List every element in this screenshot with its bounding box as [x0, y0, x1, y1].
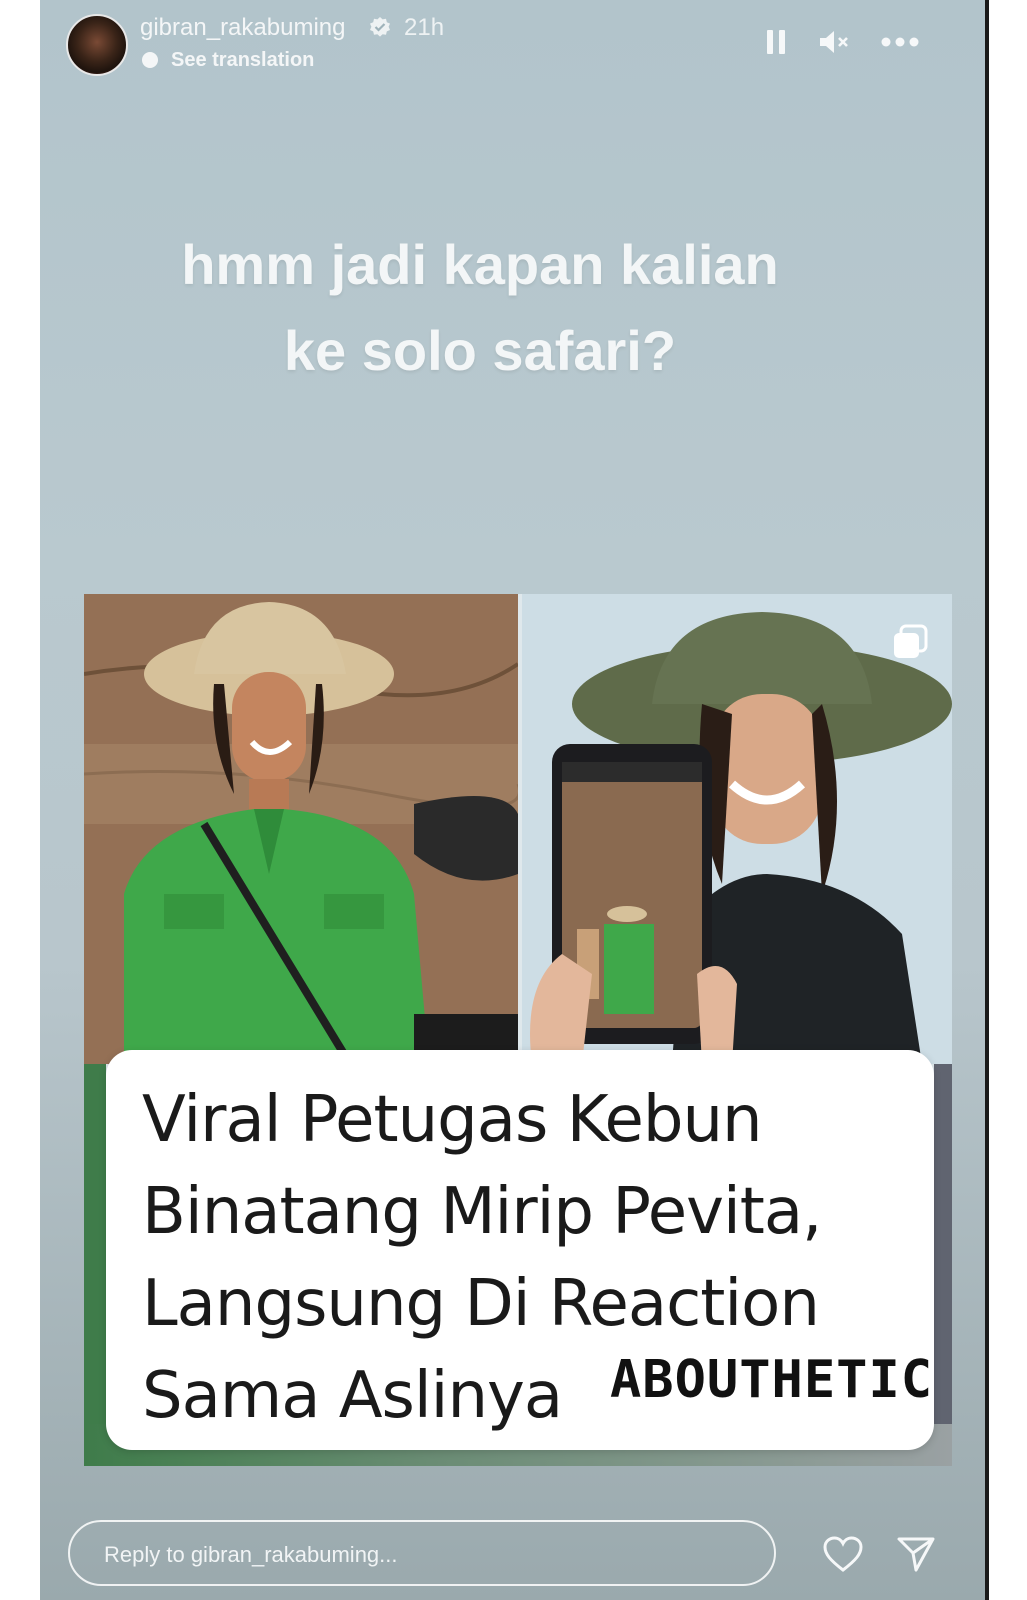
card-left-accent: [84, 1064, 106, 1466]
reaction-illustration: [522, 594, 952, 1064]
pause-icon[interactable]: [764, 28, 788, 56]
see-translation-link[interactable]: See translation: [171, 49, 314, 72]
zookeeper-photo: [84, 594, 518, 1064]
shared-post-card[interactable]: Viral Petugas Kebun Binatang Mirip Pevit…: [84, 594, 952, 1466]
story-caption: hmm jadi kapan kalian ke solo safari?: [80, 222, 880, 394]
story-viewer[interactable]: gibran_rakabuming 21h See translation hm…: [40, 0, 988, 1600]
post-time: 21h: [404, 14, 445, 41]
username[interactable]: gibran_rakabuming: [140, 14, 345, 42]
caption-line-1: hmm jadi kapan kalian: [181, 233, 779, 296]
paper-plane-icon[interactable]: [896, 1534, 936, 1574]
translation-dot-icon: [142, 52, 158, 68]
caption-line-2: ke solo safari?: [283, 319, 677, 382]
speaker-muted-icon[interactable]: [818, 28, 852, 56]
reply-input[interactable]: Reply to gibran_rakabuming...: [68, 1520, 776, 1586]
headline-box: Viral Petugas Kebun Binatang Mirip Pevit…: [106, 1050, 934, 1450]
frame-edge: [985, 0, 989, 1600]
headline-line-3: Langsung Di Reaction: [142, 1267, 820, 1341]
more-dots-icon[interactable]: [880, 34, 920, 50]
brand-logo: ABOUTHETIC: [610, 1350, 934, 1410]
heart-icon[interactable]: [822, 1535, 864, 1573]
multiple-images-icon: [894, 624, 928, 658]
verified-badge-icon: [370, 17, 390, 37]
reply-placeholder: Reply to gibran_rakabuming...: [104, 1542, 398, 1567]
reaction-photo: [522, 594, 952, 1064]
headline-line-2: Binatang Mirip Pevita,: [142, 1175, 822, 1249]
avatar[interactable]: [66, 14, 128, 76]
headline-line-1: Viral Petugas Kebun: [142, 1083, 763, 1157]
zookeeper-illustration: [84, 594, 518, 1064]
card-right-accent: [934, 1064, 952, 1466]
